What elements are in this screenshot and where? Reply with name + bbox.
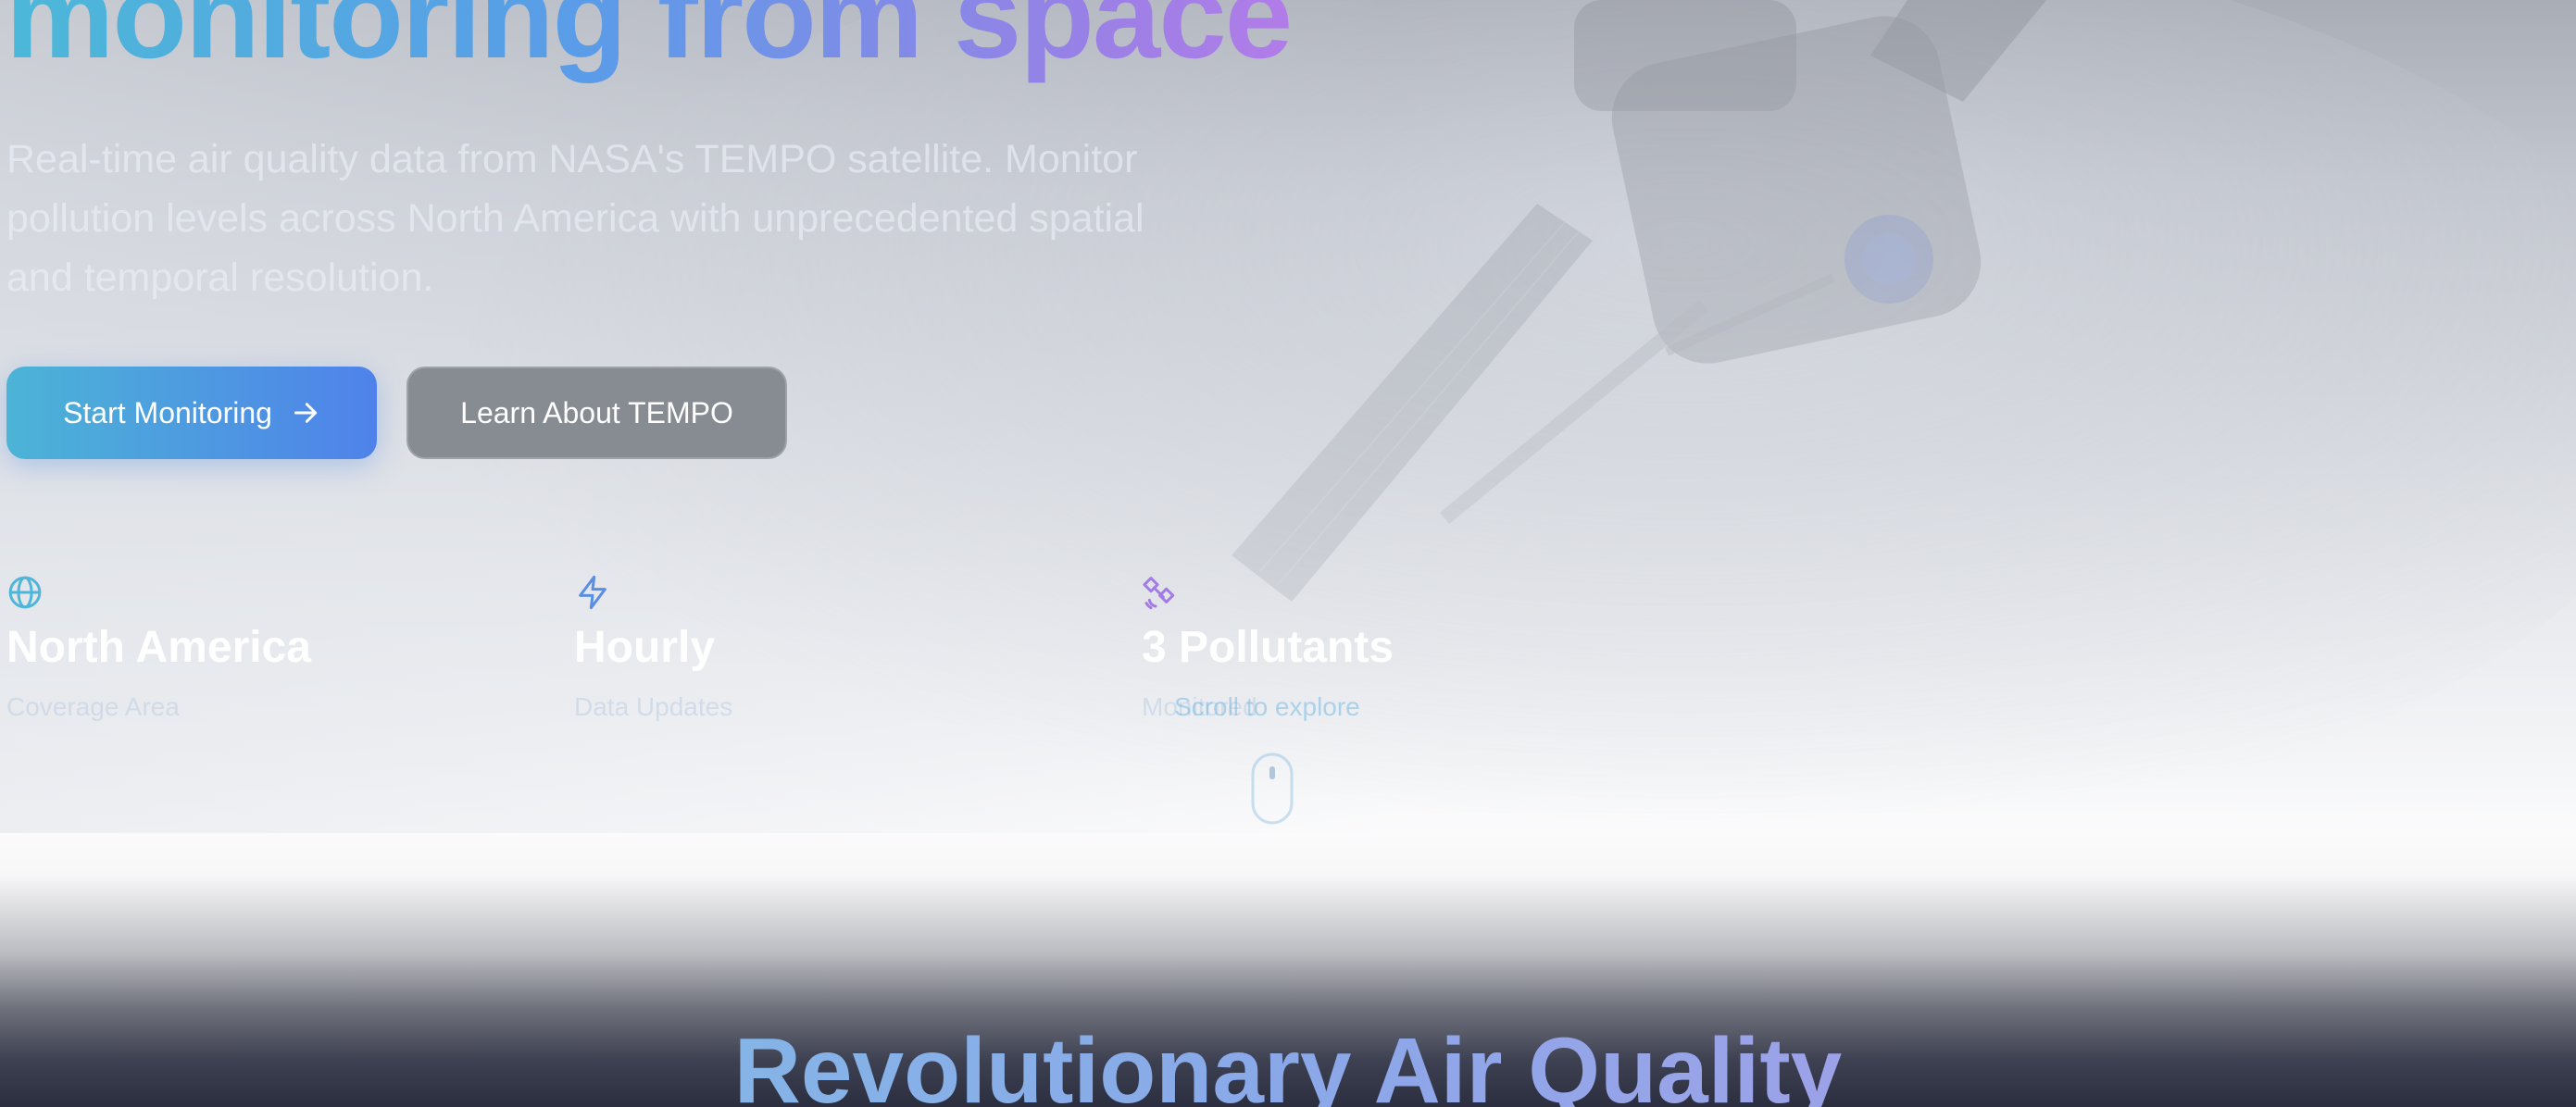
- globe-icon: [8, 576, 42, 609]
- mouse-scroll-icon[interactable]: [1250, 752, 1294, 826]
- stat-coverage: North America Coverage Area: [6, 574, 488, 721]
- learn-about-tempo-button[interactable]: Learn About TEMPO: [406, 367, 787, 459]
- stat-value: North America: [6, 623, 311, 672]
- scroll-hint: Scroll to explore: [1174, 692, 1360, 721]
- hero-headline: monitoring from space: [6, 0, 1293, 85]
- start-monitoring-button[interactable]: Start Monitoring: [6, 367, 377, 459]
- arrow-right-icon: [294, 403, 318, 423]
- lightning-icon: [579, 575, 606, 610]
- stat-pollutants: 3 Pollutants Monitored: [1142, 574, 1623, 721]
- hero-section: monitoring from space Real-time air qual…: [0, 0, 2576, 1107]
- satellite-icon: [1143, 577, 1175, 610]
- section-title: Revolutionary Air Quality: [0, 1011, 2576, 1107]
- start-monitoring-label: Start Monitoring: [63, 395, 272, 429]
- stat-updates: Hourly Data Updates: [574, 574, 1056, 721]
- learn-about-tempo-label: Learn About TEMPO: [460, 395, 733, 429]
- hero-subtitle: Real-time air quality data from NASA's T…: [6, 137, 1144, 300]
- stat-value: 3 Pollutants: [1142, 623, 1394, 672]
- stat-value: Hourly: [574, 623, 716, 672]
- stat-label: Data Updates: [574, 692, 733, 721]
- stat-label: Coverage Area: [6, 692, 180, 721]
